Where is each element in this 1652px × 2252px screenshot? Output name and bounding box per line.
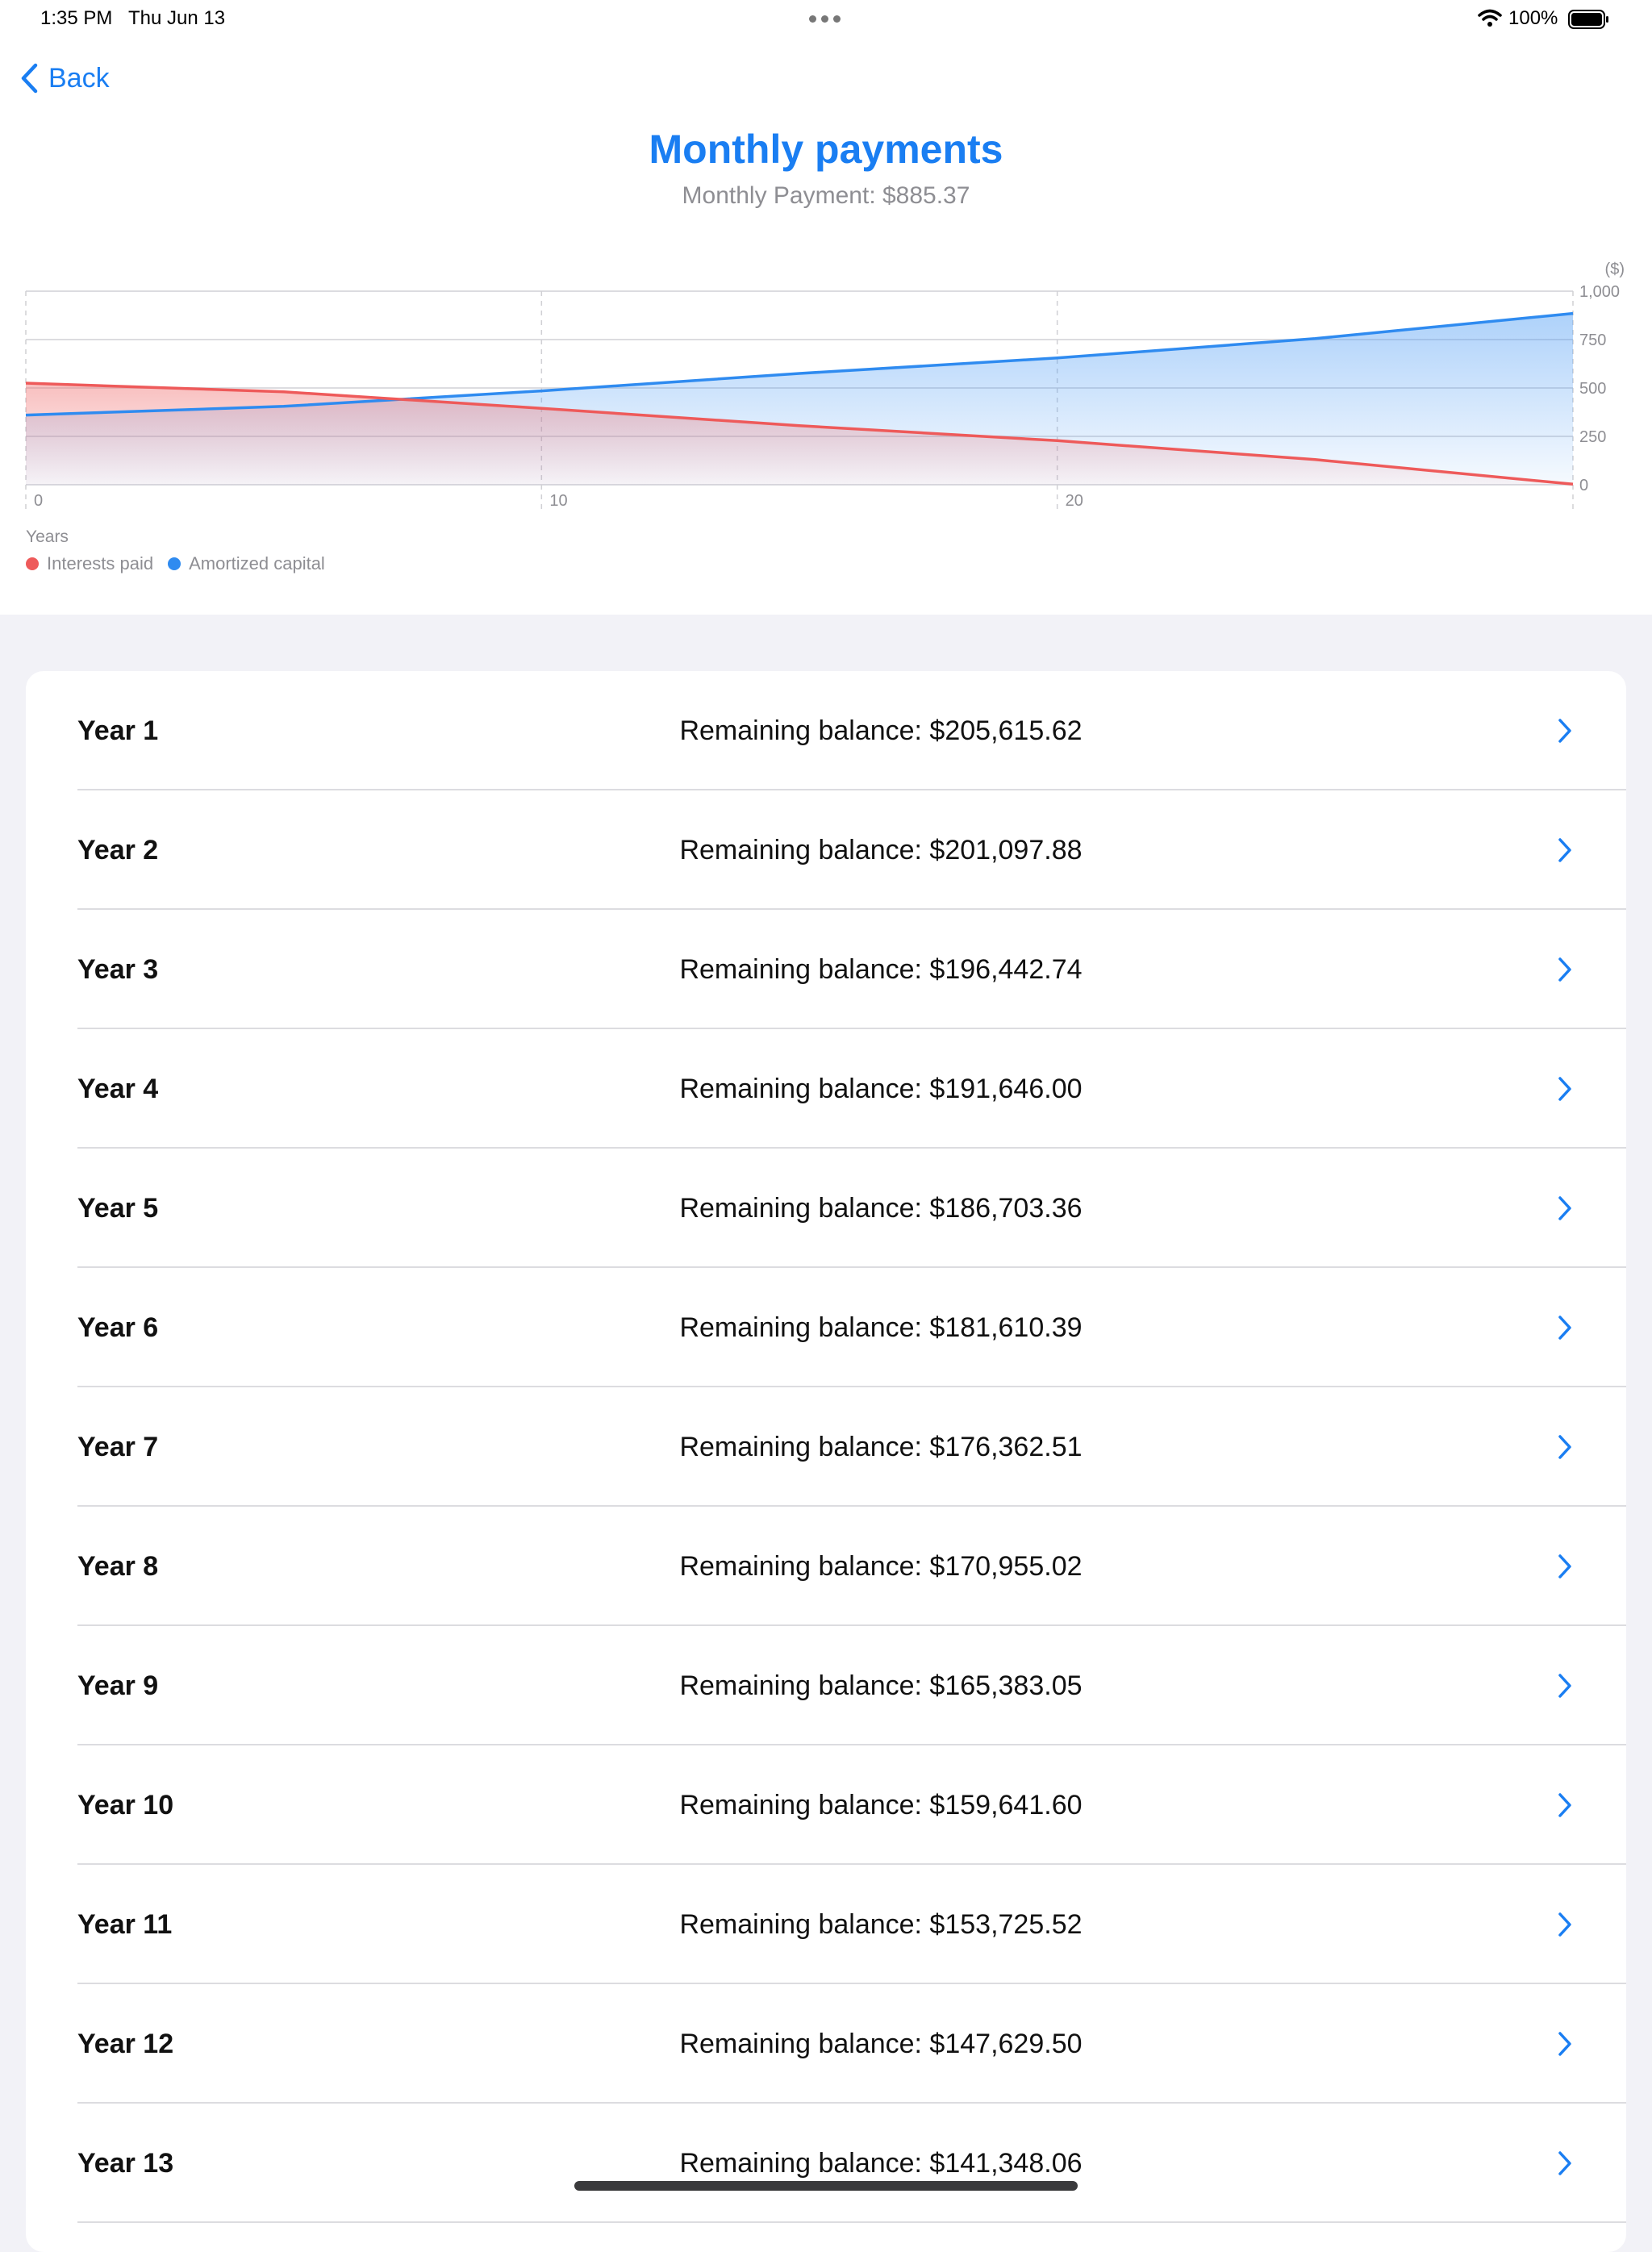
chevron-right-icon [1558,1316,1571,1340]
battery-icon [1568,10,1608,29]
y-unit-label: ($) [1605,261,1625,278]
amortization-chart: 1,000 750 500 250 0 ($) 0 10 20 Years [25,261,1625,546]
schedule-row[interactable]: Year 8 Remaining balance: $170,955.02 [26,1507,1626,1626]
legend-item-interests: Interests paid [26,553,153,574]
y-tick-label: 250 [1579,428,1606,446]
schedule-row[interactable]: Year 7 Remaining balance: $176,362.51 [26,1387,1626,1507]
chevron-right-icon [1558,957,1571,982]
legend-label-interests: Interests paid [47,553,154,573]
remaining-balance: Remaining balance: $141,348.06 [679,2148,1083,2179]
status-bar: 1:35 PM Thu Jun 13 100% [0,0,1652,39]
chevron-right-icon [1558,1554,1571,1578]
y-tick-label: 500 [1579,380,1606,398]
row-separator [77,2221,1626,2223]
remaining-balance: Remaining balance: $176,362.51 [679,1432,1083,1462]
year-label: Year 6 [77,1312,159,1343]
chart-legend: Interests paid Amortized capital [26,553,325,574]
x-tick-label: 10 [549,492,567,510]
back-button[interactable]: Back [19,58,110,98]
battery-percentage: 100% [1508,7,1558,29]
monthly-payment-subtitle: Monthly Payment: $885.37 [682,182,970,209]
year-label: Year 13 [77,2148,174,2179]
remaining-balance: Remaining balance: $201,097.88 [679,835,1083,865]
year-label: Year 3 [77,954,159,985]
wifi-icon [1478,9,1502,27]
year-label: Year 7 [77,1432,159,1462]
x-axis-label: Years [26,528,69,546]
schedule-row[interactable]: Year 2 Remaining balance: $201,097.88 [26,790,1626,910]
remaining-balance: Remaining balance: $205,615.62 [679,715,1083,746]
chevron-right-icon [1558,1912,1571,1937]
remaining-balance: Remaining balance: $170,955.02 [679,1551,1083,1582]
schedule-row[interactable]: Year 4 Remaining balance: $191,646.00 [26,1029,1626,1149]
schedule-row[interactable]: Year 12 Remaining balance: $147,629.50 [26,1984,1626,2104]
remaining-balance: Remaining balance: $153,725.52 [679,1909,1083,1940]
chevron-right-icon [1558,1674,1571,1698]
chevron-right-icon [1558,1793,1571,1817]
remaining-balance: Remaining balance: $159,641.60 [679,1790,1083,1820]
x-tick-label: 0 [34,492,43,510]
multitasking-dots-icon[interactable] [809,15,841,23]
chevron-left-icon [21,63,38,94]
chevron-right-icon [1558,719,1571,743]
y-tick-label: 1,000 [1579,283,1620,301]
remaining-balance: Remaining balance: $165,383.05 [679,1670,1083,1701]
schedule-row[interactable]: Year 13 Remaining balance: $141,348.06 [26,2104,1626,2223]
year-label: Year 2 [77,835,159,865]
home-indicator[interactable] [574,2181,1078,2191]
remaining-balance: Remaining balance: $191,646.00 [679,1074,1083,1104]
x-tick-label: 20 [1066,492,1083,510]
remaining-balance: Remaining balance: $196,442.74 [679,954,1083,985]
year-label: Year 12 [77,2029,174,2059]
year-label: Year 11 [77,1909,173,1940]
remaining-balance: Remaining balance: $181,610.39 [679,1312,1083,1343]
schedule-row[interactable]: Year 3 Remaining balance: $196,442.74 [26,910,1626,1029]
schedule-row[interactable]: Year 1 Remaining balance: $205,615.62 [26,671,1626,790]
chevron-right-icon [1558,838,1571,862]
schedule-row[interactable]: Year 11 Remaining balance: $153,725.52 [26,1865,1626,1984]
remaining-balance: Remaining balance: $186,703.36 [679,1193,1083,1224]
y-tick-label: 750 [1579,332,1606,349]
legend-dot-capital [168,557,181,570]
schedule-row[interactable]: Year 5 Remaining balance: $186,703.36 [26,1149,1626,1268]
back-label: Back [48,62,110,94]
chevron-right-icon [1558,1435,1571,1459]
schedule-row[interactable]: Year 9 Remaining balance: $165,383.05 [26,1626,1626,1745]
yearly-schedule-list: Year 1 Remaining balance: $205,615.62 Year… [26,671,1626,2252]
year-label: Year 10 [77,1790,174,1820]
status-date: Thu Jun 13 [128,7,226,29]
year-label: Year 8 [77,1551,159,1582]
schedule-row[interactable]: Year 6 Remaining balance: $181,610.39 [26,1268,1626,1387]
legend-label-capital: Amortized capital [189,553,325,573]
page-title: Monthly payments [649,127,1003,172]
legend-item-capital: Amortized capital [168,553,325,574]
year-label: Year 9 [77,1670,159,1701]
status-time: 1:35 PM [40,7,113,29]
chevron-right-icon [1558,1077,1571,1101]
remaining-balance: Remaining balance: $147,629.50 [679,2029,1083,2059]
chevron-right-icon [1558,2151,1571,2175]
legend-dot-interests [26,557,39,570]
y-tick-label: 0 [1579,477,1588,494]
schedule-row[interactable]: Year 10 Remaining balance: $159,641.60 [26,1745,1626,1865]
year-label: Year 1 [77,715,159,746]
chevron-right-icon [1558,1196,1571,1220]
year-label: Year 4 [77,1074,159,1104]
chevron-right-icon [1558,2032,1571,2056]
year-label: Year 5 [77,1193,159,1224]
